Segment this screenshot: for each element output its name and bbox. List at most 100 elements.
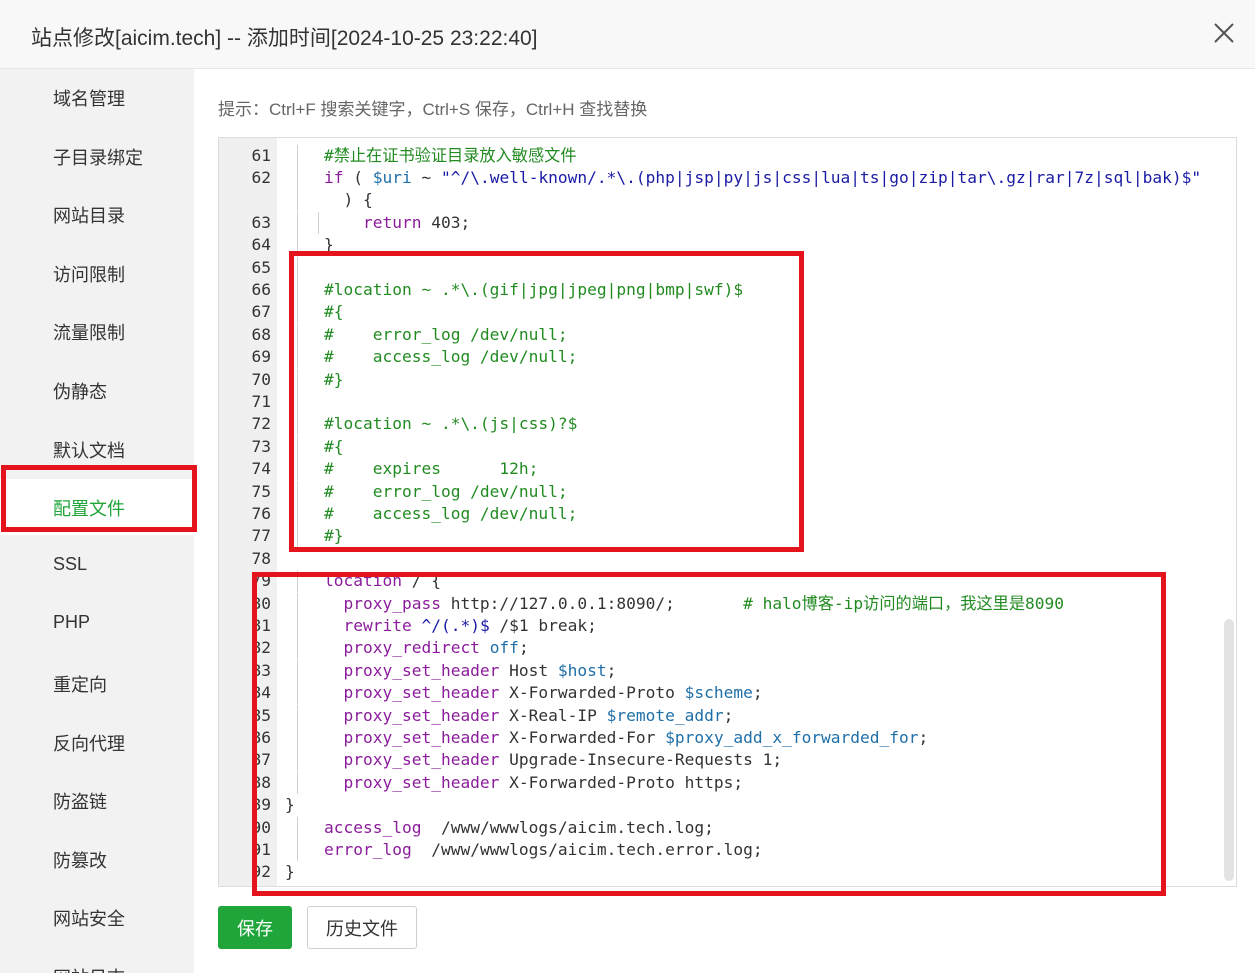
sidebar-item[interactable]: 伪静态	[0, 362, 194, 418]
sidebar-item[interactable]: 防盗链	[0, 772, 194, 828]
indent-guide	[297, 772, 298, 794]
indent-guide	[318, 212, 319, 234]
indent-guide	[297, 346, 298, 368]
sidebar-item[interactable]: 域名管理	[0, 69, 194, 125]
code-text: error_log /www/wwwlogs/aicim.tech.error.…	[324, 839, 763, 861]
code-token: (	[343, 168, 373, 187]
code-text: #{	[324, 436, 344, 458]
sidebar-item[interactable]: 流量限制	[0, 303, 194, 359]
sidebar-item-label: 伪静态	[53, 382, 107, 402]
code-text: # access_log /dev/null;	[324, 346, 577, 368]
code-line: 89}	[219, 794, 1236, 816]
code-line: 74 # expires 12h;	[219, 458, 1236, 480]
history-files-button[interactable]: 历史文件	[307, 906, 417, 949]
code-token: }	[285, 862, 295, 881]
code-token: #}	[324, 526, 344, 545]
code-text: proxy_pass http://127.0.0.1:8090/; # hal…	[324, 593, 1064, 615]
code-text: }	[285, 794, 295, 816]
indent-guide	[297, 637, 298, 659]
sidebar-item[interactable]: 默认文档	[0, 421, 194, 477]
code-token: X-Forwarded-Proto	[499, 683, 685, 702]
code-text: #{	[324, 301, 344, 323]
code-token: # access_log /dev/null;	[324, 504, 578, 523]
line-number: 65	[251, 258, 272, 277]
code-token: http://127.0.0.1:8090/;	[440, 594, 744, 613]
line-number: 81	[251, 616, 272, 635]
code-line: 80 proxy_pass http://127.0.0.1:8090/; # …	[219, 593, 1236, 615]
code-text: # error_log /dev/null;	[324, 324, 568, 346]
code-text: # error_log /dev/null;	[324, 481, 568, 503]
code-token: access_log	[324, 818, 422, 837]
line-number: 62	[251, 168, 272, 187]
sidebar-item[interactable]: 网站日志	[0, 948, 194, 973]
sidebar-item[interactable]: 网站目录	[0, 186, 194, 242]
indent-guide	[297, 279, 298, 301]
indent-guide	[297, 503, 298, 525]
code-token: # error_log /dev/null;	[324, 325, 568, 344]
code-line: 84 proxy_set_header X-Forwarded-Proto $s…	[219, 682, 1236, 704]
code-token: Upgrade-Insecure-Requests 1;	[499, 750, 783, 769]
indent-guide	[297, 615, 298, 637]
line-number: 85	[251, 706, 272, 725]
code-line: 64}	[219, 234, 1236, 256]
save-button[interactable]: 保存	[218, 906, 292, 949]
code-text: proxy_set_header X-Forwarded-For $proxy_…	[324, 727, 928, 749]
sidebar-item[interactable]: 配置文件	[0, 479, 194, 535]
indent-guide	[297, 145, 298, 167]
code-text: #}	[324, 525, 344, 547]
code-line: 68 # error_log /dev/null;	[219, 324, 1236, 346]
sidebar-item-label: 默认文档	[53, 441, 125, 461]
sidebar-item[interactable]: 访问限制	[0, 245, 194, 301]
code-line: 81 rewrite ^/(.*)$ /$1 break;	[219, 615, 1236, 637]
line-number: 69	[251, 347, 272, 366]
line-number: 83	[251, 661, 272, 680]
code-token: #location ~ .*\.(gif|jpg|jpeg|png|bmp|sw…	[324, 280, 744, 299]
code-token: $remote_addr	[606, 706, 724, 725]
code-token: if	[324, 168, 344, 187]
code-token: off	[489, 638, 519, 657]
line-number: 68	[251, 325, 272, 344]
indent-guide	[297, 481, 298, 503]
line-number: 75	[251, 482, 272, 501]
code-line: 70 #}	[219, 369, 1236, 391]
sidebar-item-label: 反向代理	[53, 734, 125, 754]
code-line: 71	[219, 391, 1236, 413]
sidebar-item[interactable]: 防篡改	[0, 831, 194, 887]
code-token: X-Forwarded-For	[499, 728, 666, 747]
code-text: rewrite ^/(.*)$ /$1 break;	[324, 615, 596, 637]
code-text: proxy_set_header X-Real-IP $remote_addr;	[324, 705, 733, 727]
code-line: 63 return 403;	[219, 212, 1236, 234]
close-icon[interactable]	[1208, 17, 1240, 49]
line-number: 82	[251, 638, 272, 657]
code-token: X-Forwarded-Proto https;	[499, 773, 744, 792]
code-line: 73 #{	[219, 436, 1236, 458]
code-token: # halo博客-ip访问的端口，我这里是8090	[743, 594, 1065, 613]
sidebar-item[interactable]: SSL	[0, 538, 194, 594]
line-number: 63	[251, 213, 272, 232]
code-line: 66 #location ~ .*\.(gif|jpg|jpeg|png|bmp|…	[219, 279, 1236, 301]
sidebar-item-label: 网站安全	[53, 909, 125, 929]
code-editor[interactable]: 61 #禁止在证书验证目录放入敏感文件 62 if ( $uri ~ "^/\.wel…	[218, 137, 1237, 887]
indent-guide	[297, 324, 298, 346]
editor-scrollbar[interactable]	[1224, 619, 1234, 881]
line-number: 78	[251, 549, 272, 568]
indent-guide	[297, 525, 298, 547]
code-token: location	[324, 571, 402, 590]
sidebar-item[interactable]: 反向代理	[0, 714, 194, 770]
code-token: /www/wwwlogs/aicim.tech.log;	[421, 818, 714, 837]
line-number: 64	[251, 235, 272, 254]
sidebar-item[interactable]: 网站安全	[0, 889, 194, 945]
indent-guide	[297, 234, 298, 256]
code-token: ) {	[324, 190, 373, 209]
indent-guide	[297, 593, 298, 615]
code-text: proxy_set_header Upgrade-Insecure-Reques…	[324, 749, 782, 771]
line-number: 90	[251, 818, 272, 837]
sidebar-item[interactable]: PHP	[0, 596, 194, 652]
code-token: ;	[918, 728, 929, 747]
line-number: 79	[251, 571, 272, 590]
code-token: proxy_set_header	[324, 728, 500, 747]
sidebar-item[interactable]: 子目录绑定	[0, 128, 194, 184]
sidebar-item[interactable]: 重定向	[0, 655, 194, 711]
indent-guide	[297, 682, 298, 704]
indent-guide	[297, 189, 298, 211]
